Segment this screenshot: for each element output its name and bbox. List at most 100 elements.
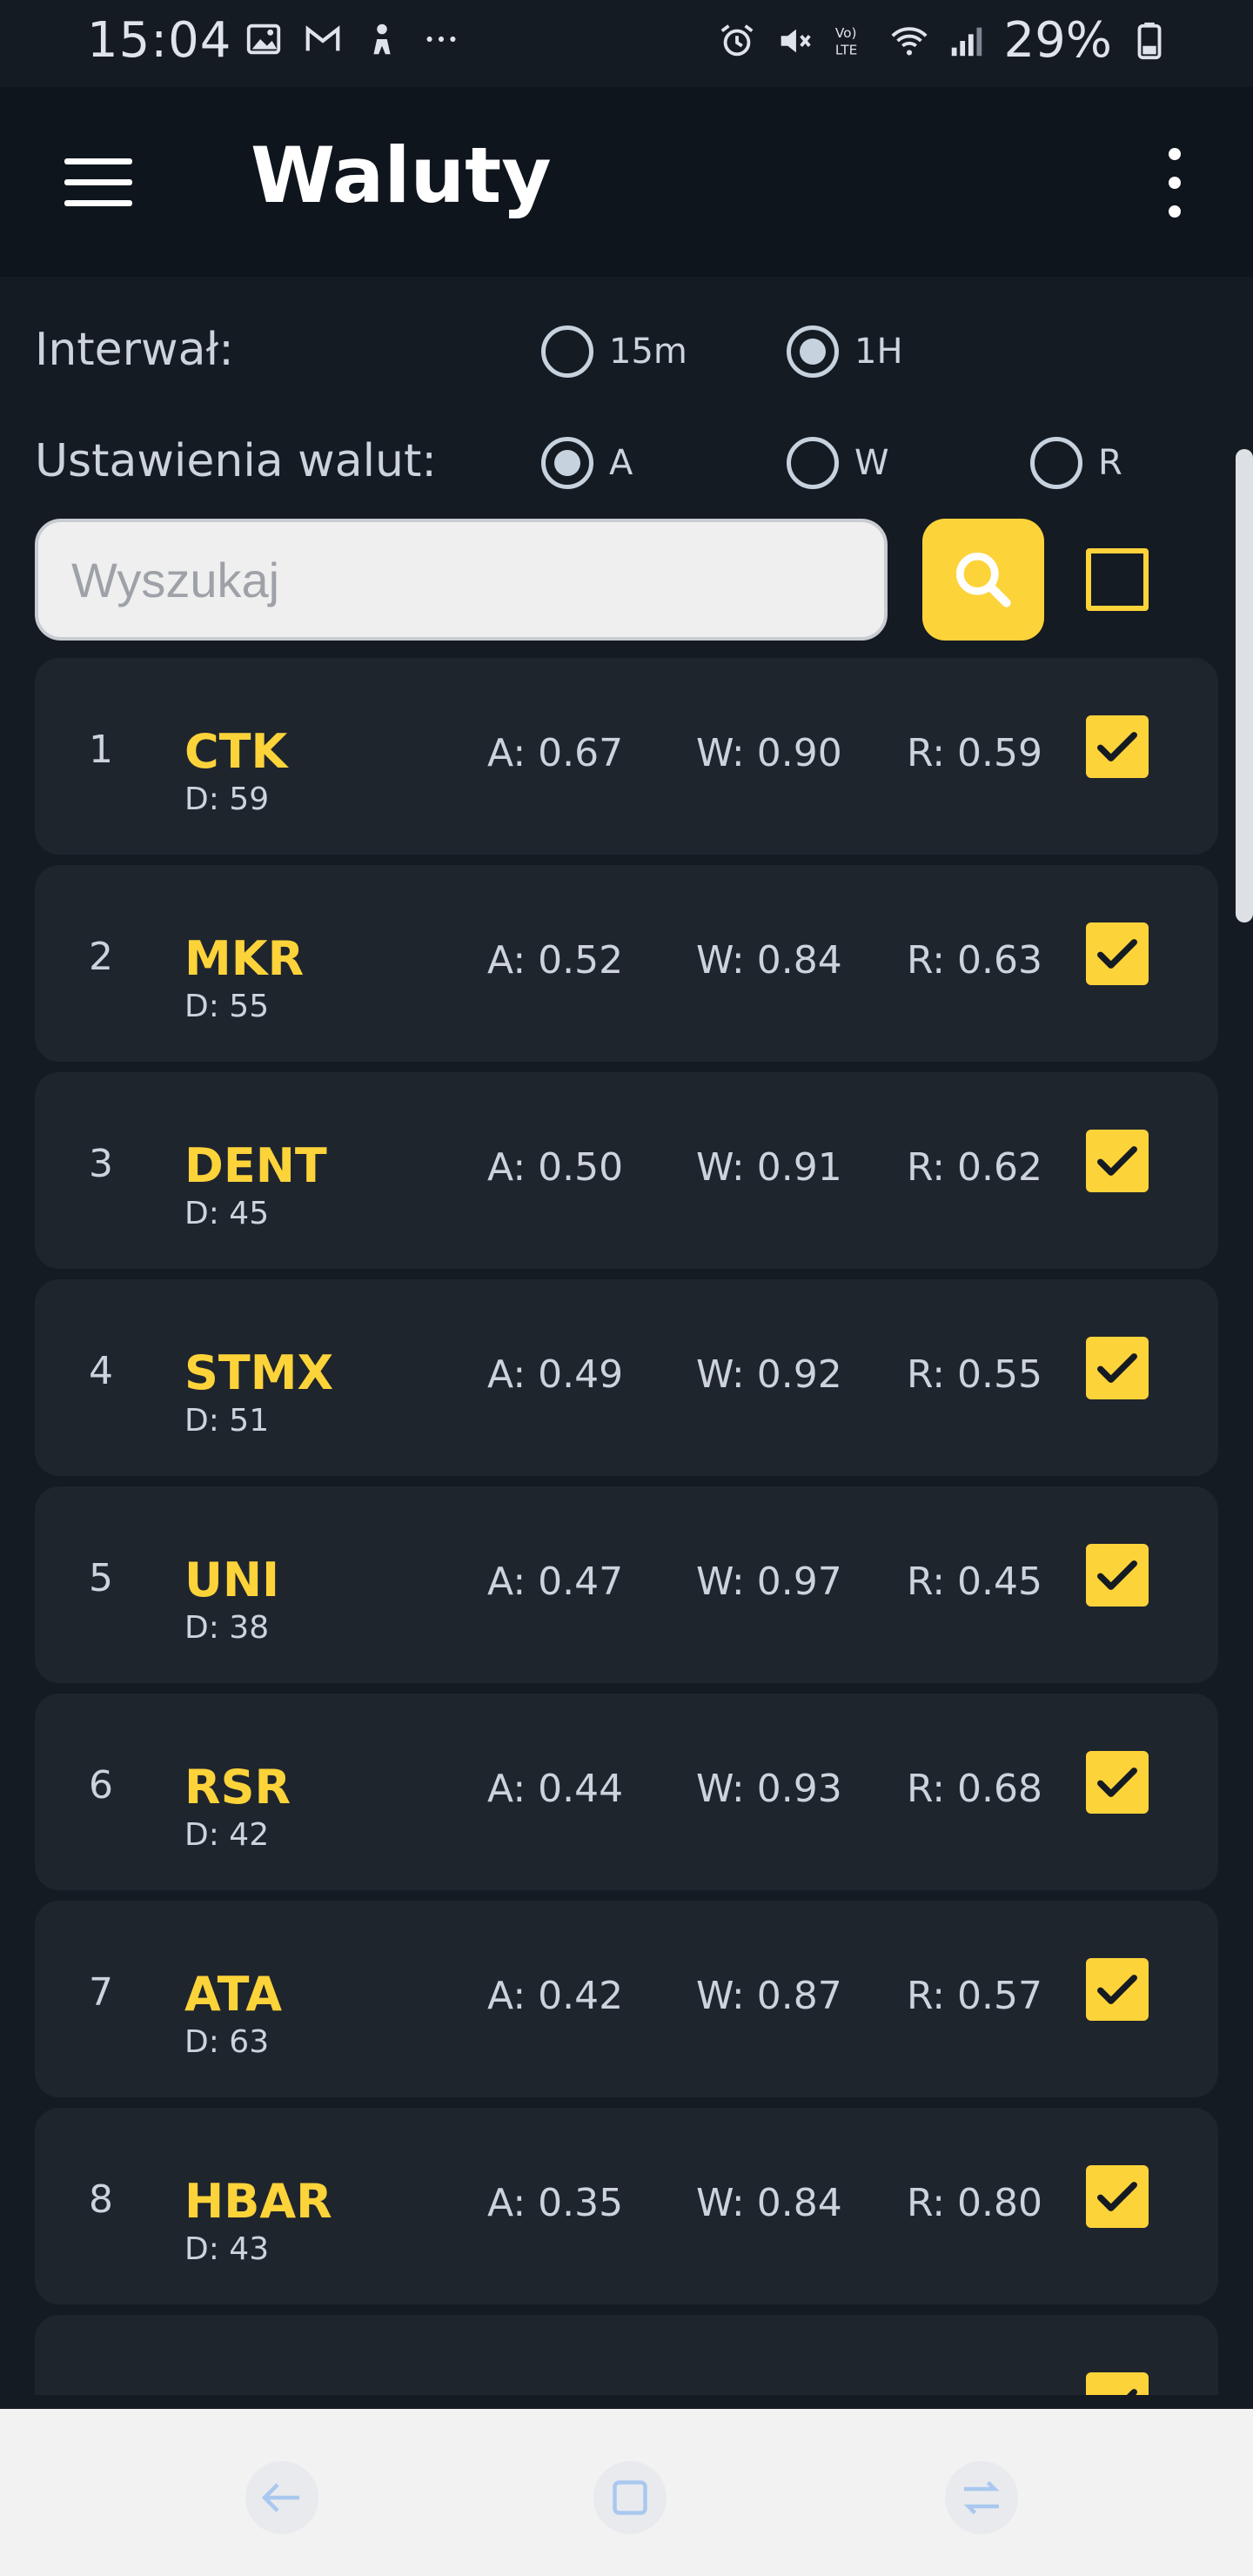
currency-row[interactable]: 1 CTK D: 59 A: 0.67 W: 0.90 R: 0.59 — [35, 658, 1218, 855]
currency-a-value: A: 0.52 — [487, 938, 624, 983]
currency-d-value: D: 63 — [184, 2024, 270, 2060]
checkmark-icon — [1097, 1768, 1137, 1797]
row-checkbox[interactable] — [1086, 1751, 1149, 1814]
hamburger-menu-icon[interactable] — [64, 158, 132, 207]
currency-d-value: D: 59 — [184, 782, 270, 817]
interval-option-15m[interactable]: 15m — [541, 325, 687, 378]
search-input[interactable] — [38, 522, 884, 637]
currency-a-value: A: 0.50 — [487, 1145, 624, 1190]
row-checkbox[interactable] — [1086, 1544, 1149, 1607]
currency-row[interactable]: 7 ATA D: 63 A: 0.42 W: 0.87 R: 0.57 — [35, 1901, 1218, 2097]
checkmark-icon — [1097, 1353, 1137, 1383]
status-time: 15:04 — [87, 12, 232, 69]
mute-icon — [781, 29, 811, 52]
search-field[interactable] — [35, 519, 888, 641]
switch-apps-button[interactable] — [945, 2461, 1018, 2534]
currency-a-value: A: 0.44 — [487, 1767, 624, 1811]
currency-a-value: A: 0.67 — [487, 731, 624, 775]
currency-r-value: R: 0.80 — [907, 2181, 1042, 2225]
currency-w-value: W: 0.84 — [696, 938, 842, 983]
radio-button-selected[interactable] — [787, 325, 839, 378]
checkmark-icon — [1126, 2389, 1137, 2395]
row-checkbox[interactable] — [1086, 1130, 1149, 1192]
wifi-icon — [890, 26, 928, 55]
battery-icon — [1137, 22, 1162, 59]
status-notification-icons — [244, 19, 461, 59]
radio-button-selected[interactable] — [541, 437, 593, 489]
currency-r-value: R: 0.68 — [907, 1767, 1042, 1811]
radio-button[interactable] — [787, 437, 839, 489]
currency-list: 1 CTK D: 59 A: 0.67 W: 0.90 R: 0.59 2 MK… — [35, 658, 1218, 2395]
overflow-menu-icon[interactable] — [1157, 148, 1192, 218]
currency-r-value: R: 0.45 — [907, 1560, 1042, 1604]
row-index: 5 — [89, 1556, 113, 1600]
currency-symbol: MKR — [184, 931, 305, 986]
settings-option-r[interactable]: R — [1030, 437, 1122, 489]
svg-text:LTE: LTE — [834, 42, 856, 57]
currency-symbol: RSR — [184, 1760, 291, 1815]
checkmark-icon — [1097, 1146, 1137, 1176]
row-index: 3 — [89, 1142, 113, 1186]
search-button[interactable] — [922, 519, 1044, 641]
currency-row[interactable]: 2 MKR D: 55 A: 0.52 W: 0.84 R: 0.63 — [35, 865, 1218, 1062]
gmail-icon — [305, 25, 340, 51]
alarm-icon — [720, 23, 753, 56]
row-checkbox[interactable] — [1086, 2165, 1149, 2228]
currency-w-value: W: 0.93 — [696, 1767, 842, 1811]
currency-r-value: R: 0.63 — [907, 938, 1042, 983]
volte-icon: Vo)LTE — [834, 25, 856, 57]
currency-w-value: W: 0.91 — [696, 1145, 842, 1190]
currency-row[interactable]: 6 RSR D: 42 A: 0.44 W: 0.93 R: 0.68 — [35, 1694, 1218, 1890]
row-checkbox[interactable] — [1086, 1337, 1149, 1399]
currency-row[interactable]: 5 UNI D: 38 A: 0.47 W: 0.97 R: 0.45 — [35, 1486, 1218, 1683]
checkmark-icon — [1097, 1975, 1137, 2004]
person-icon — [373, 23, 391, 55]
recents-button[interactable] — [593, 2461, 667, 2534]
status-system-icons: Vo) LTE 29% — [717, 12, 1169, 69]
currency-r-value: R: 0.55 — [907, 1352, 1042, 1397]
back-button[interactable] — [245, 2461, 318, 2534]
row-checkbox[interactable] — [1086, 2372, 1149, 2395]
currency-row[interactable]: 8 HBAR D: 43 A: 0.35 W: 0.84 R: 0.80 — [35, 2108, 1218, 2304]
recents-icon — [613, 2480, 647, 2515]
radio-label: A — [609, 443, 633, 483]
currency-r-value: R: 0.62 — [907, 1145, 1042, 1190]
currency-w-value: W: 0.87 — [696, 1974, 842, 2018]
currency-row[interactable]: 4 STMX D: 51 A: 0.49 W: 0.92 R: 0.55 — [35, 1279, 1218, 1476]
row-checkbox[interactable] — [1086, 715, 1149, 778]
currency-r-value: R: 0.59 — [907, 731, 1042, 775]
radio-label: W — [854, 443, 889, 483]
currency-a-value: A: 0.35 — [487, 2181, 624, 2225]
currency-symbol: STMX — [184, 1345, 334, 1400]
row-index: 2 — [89, 935, 113, 979]
currency-d-value: D: 51 — [184, 1403, 270, 1439]
currency-d-value: D: 45 — [184, 1196, 270, 1231]
currency-d-value: D: 42 — [184, 1817, 270, 1853]
battery-percent: 29% — [1003, 12, 1112, 69]
row-index: 6 — [89, 1763, 113, 1808]
radio-button[interactable] — [1030, 437, 1082, 489]
currency-row[interactable]: 3 DENT D: 45 A: 0.50 W: 0.91 R: 0.62 — [35, 1072, 1218, 1269]
interval-label: Interwał: — [35, 324, 234, 376]
select-all-checkbox[interactable] — [1086, 548, 1149, 611]
row-checkbox[interactable] — [1086, 1958, 1149, 2021]
currency-row[interactable] — [35, 2315, 1218, 2395]
radio-button[interactable] — [541, 325, 593, 378]
currency-w-value: W: 0.84 — [696, 2181, 842, 2225]
interval-option-1h[interactable]: 1H — [787, 325, 903, 378]
page-title: Waluty — [251, 131, 552, 220]
scrollbar[interactable] — [1236, 449, 1253, 922]
checkmark-icon — [1097, 1560, 1137, 1590]
currency-symbol: HBAR — [184, 2174, 332, 2229]
currency-settings-label: Ustawienia walut: — [35, 435, 437, 487]
settings-option-w[interactable]: W — [787, 437, 889, 489]
currency-r-value: R: 0.57 — [907, 1974, 1042, 2018]
currency-w-value: W: 0.90 — [696, 731, 842, 775]
currency-a-value: A: 0.49 — [487, 1352, 624, 1397]
more-notifications-icon — [426, 36, 456, 43]
settings-option-a[interactable]: A — [541, 437, 633, 489]
currency-a-value: A: 0.42 — [487, 1974, 624, 2018]
row-checkbox[interactable] — [1086, 922, 1149, 985]
switch-apps-icon — [963, 2480, 1000, 2515]
row-index: 1 — [89, 728, 113, 772]
